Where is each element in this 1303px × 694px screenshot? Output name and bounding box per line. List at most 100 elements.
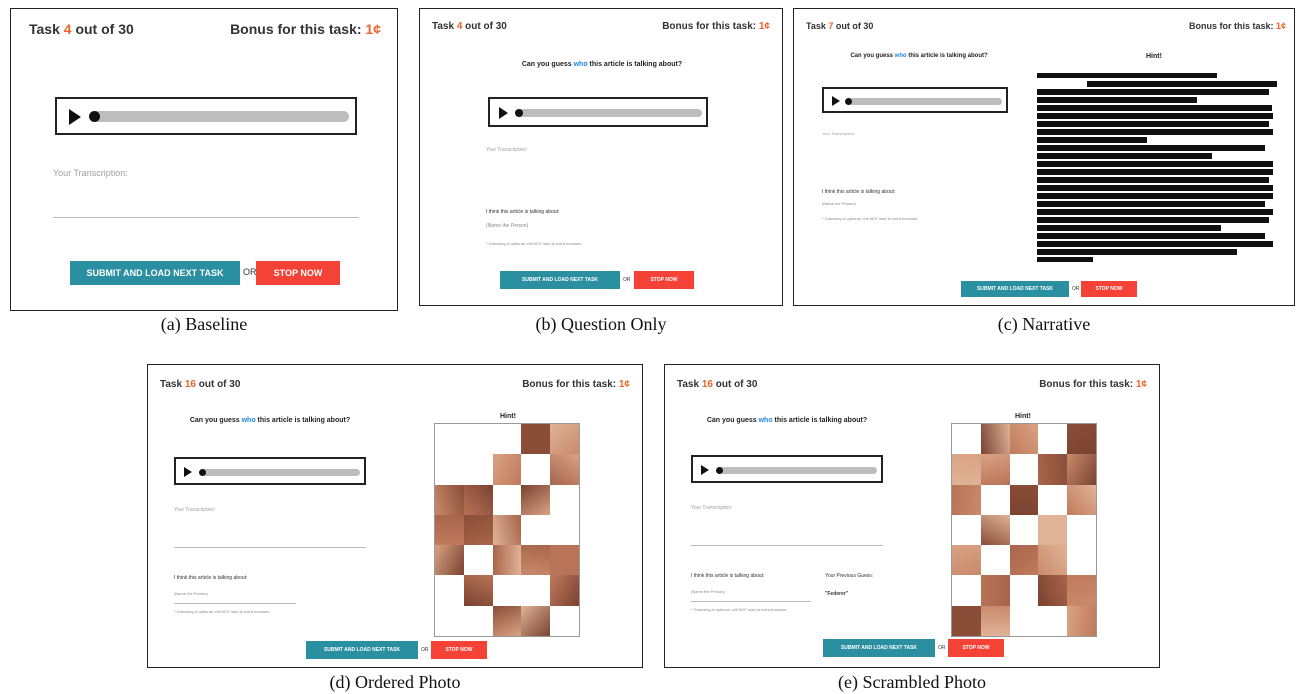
submit-button[interactable]: SUBMIT AND LOAD NEXT TASK [70, 261, 240, 285]
play-icon[interactable] [69, 109, 81, 125]
previous-guess-value: "Federer" [825, 591, 849, 597]
redacted-line [1037, 153, 1212, 159]
scrubber-knob[interactable] [515, 109, 523, 117]
guess-input[interactable]: (Name the Person) [174, 591, 208, 596]
task-counter: Task 16 out of 30 [160, 379, 241, 390]
play-icon[interactable] [499, 107, 508, 119]
submit-button[interactable]: SUBMIT AND LOAD NEXT TASK [823, 639, 935, 657]
audio-progress-track[interactable] [202, 469, 360, 476]
photo-tile-grid [952, 424, 1096, 636]
panel-narrative: Task 7 out of 30 Bonus for this task: 1¢… [793, 8, 1295, 306]
photo-tile [550, 424, 579, 455]
photo-tile [1067, 605, 1096, 636]
scrubber-knob[interactable] [845, 98, 852, 105]
question-text: Can you guess who this article is talkin… [521, 61, 683, 68]
guess-input-underline [174, 603, 296, 604]
photo-tile [550, 545, 579, 576]
stop-button[interactable]: STOP NOW [948, 639, 1004, 657]
photo-tile [463, 484, 493, 515]
photo-tile [492, 545, 522, 576]
redacted-line [1037, 105, 1272, 111]
stop-button[interactable]: STOP NOW [431, 641, 487, 659]
audio-player[interactable] [691, 455, 883, 483]
audio-player[interactable] [488, 97, 708, 127]
photo-tile [1038, 545, 1068, 576]
hint-title: Hint! [1015, 413, 1031, 420]
bonus-label: Bonus for this task: 1¢ [522, 379, 630, 390]
transcription-input[interactable] [691, 545, 883, 546]
or-text: OR [623, 277, 631, 283]
transcription-label: Your Transcription: [174, 507, 216, 513]
submit-button[interactable]: SUBMIT AND LOAD NEXT TASK [306, 641, 418, 659]
caption-d: (d) Ordered Photo [329, 672, 461, 692]
photo-tile [492, 514, 522, 546]
photo-tile [1067, 484, 1096, 515]
photo-tile [492, 605, 522, 636]
scrubber-knob[interactable] [716, 467, 723, 474]
caption-b: (b) Question Only [535, 314, 667, 334]
redacted-line [1037, 233, 1265, 239]
photo-tile [1038, 575, 1068, 606]
photo-tile [1038, 454, 1068, 485]
guess-note: * Guessing is optional, will NOT lead to… [691, 607, 788, 612]
photo-tile [980, 605, 1010, 636]
redacted-line [1037, 137, 1147, 143]
guess-label: I think this article is talking about: [822, 189, 896, 195]
redacted-line [1037, 177, 1269, 183]
photo-tile [1067, 454, 1096, 485]
bonus-label: Bonus for this task: 1¢ [662, 21, 770, 32]
hint-photo-scrambled [951, 423, 1097, 637]
audio-progress-track[interactable] [93, 111, 349, 122]
transcription-input[interactable] [53, 217, 359, 218]
task-counter: Task 4 out of 30 [29, 21, 134, 37]
scrubber-knob[interactable] [199, 469, 206, 476]
play-icon[interactable] [701, 465, 709, 475]
audio-progress-track[interactable] [848, 98, 1002, 105]
stop-button[interactable]: STOP NOW [634, 271, 694, 289]
redacted-line [1037, 161, 1273, 167]
photo-tile [952, 545, 981, 576]
photo-tile [463, 575, 493, 606]
audio-player[interactable] [174, 457, 366, 485]
redacted-line [1037, 241, 1273, 247]
audio-player[interactable] [55, 97, 357, 135]
guess-note: * Guessing is optional, will NOT lead to… [486, 241, 583, 246]
caption-c: (c) Narrative [997, 314, 1091, 334]
redacted-line [1037, 201, 1265, 207]
guess-input[interactable]: (Name the Person) [822, 201, 856, 206]
photo-tile [1067, 424, 1096, 455]
audio-progress-track[interactable] [719, 467, 877, 474]
stop-button[interactable]: STOP NOW [256, 261, 340, 285]
task-counter: Task 4 out of 30 [432, 21, 507, 32]
play-icon[interactable] [184, 467, 192, 477]
guess-label: I think this article is talking about: [691, 573, 765, 579]
stop-button[interactable]: STOP NOW [1081, 281, 1137, 297]
photo-tile [980, 514, 1010, 546]
photo-tile [435, 514, 464, 546]
panel-ordered-photo: Task 16 out of 30 Bonus for this task: 1… [147, 364, 643, 668]
redacted-line [1037, 217, 1269, 223]
photo-tile [463, 514, 493, 546]
bonus-label: Bonus for this task: 1¢ [230, 21, 381, 37]
guess-input[interactable]: (Name the Person) [691, 589, 725, 594]
transcription-label: Your Transcription: [486, 147, 528, 153]
transcription-label: Your Transcription: [822, 131, 856, 136]
audio-player[interactable] [822, 87, 1008, 113]
redacted-article [1037, 73, 1277, 263]
photo-tile [1038, 514, 1068, 546]
scrubber-knob[interactable] [89, 111, 100, 122]
audio-progress-track[interactable] [518, 109, 702, 117]
redacted-line [1037, 97, 1197, 103]
submit-button[interactable]: SUBMIT AND LOAD NEXT TASK [500, 271, 620, 289]
play-icon[interactable] [832, 96, 840, 106]
photo-tile [492, 454, 522, 485]
guess-label: I think this article is talking about: [486, 209, 560, 215]
redacted-line [1037, 113, 1273, 119]
transcription-input[interactable] [174, 547, 366, 548]
photo-tile [521, 545, 551, 576]
guess-input[interactable]: (Name the Person) [486, 223, 528, 229]
panel-baseline: Task 4 out of 30 Bonus for this task: 1¢… [10, 8, 398, 311]
submit-button[interactable]: SUBMIT AND LOAD NEXT TASK [961, 281, 1069, 297]
guess-note: * Guessing is optional, will NOT lead to… [822, 216, 919, 221]
photo-tile [980, 575, 1010, 606]
